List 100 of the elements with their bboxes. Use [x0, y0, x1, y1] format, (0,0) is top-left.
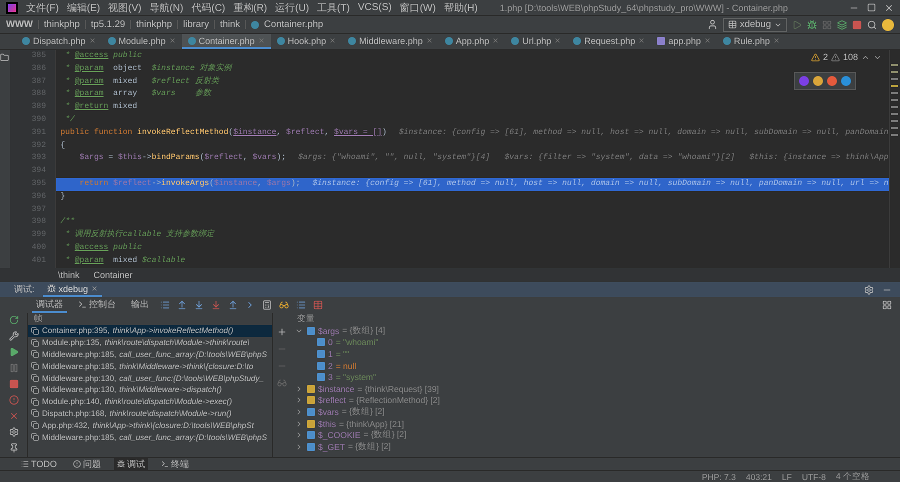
step-into-icon[interactable]	[194, 300, 204, 310]
close-icon[interactable]	[91, 285, 98, 292]
search-icon[interactable]	[867, 20, 877, 30]
resume-icon[interactable]	[8, 347, 18, 357]
tool-window-tab[interactable]: 问题	[70, 458, 104, 470]
layout-icon[interactable]	[882, 300, 892, 310]
menu-item[interactable]: 重构(R)	[233, 0, 268, 14]
close-icon[interactable]	[329, 37, 336, 44]
mute-breakpoints-icon[interactable]	[8, 411, 18, 421]
stop-icon[interactable]	[852, 20, 862, 30]
close-icon[interactable]	[704, 37, 711, 44]
pin-icon[interactable]	[8, 443, 18, 453]
file-tab[interactable]: app.php	[651, 34, 717, 49]
stack-frame[interactable]: Module.php:140, think\route\dispatch\Module->exec()	[28, 396, 272, 408]
menu-item[interactable]: 帮助(H)	[444, 0, 478, 14]
menu-item[interactable]: 编辑(E)	[66, 0, 100, 14]
file-tab[interactable]: Dispatch.php	[16, 34, 102, 49]
expand-icon[interactable]	[295, 396, 303, 404]
wrench-icon[interactable]	[8, 331, 18, 341]
rerun-icon[interactable]	[8, 315, 18, 325]
file-tab[interactable]: Container.php	[182, 34, 271, 49]
breadcrumb-item[interactable]: Container.php	[264, 19, 324, 30]
status-item[interactable]: 403:21	[746, 472, 772, 482]
frames-icon[interactable]	[296, 300, 306, 310]
expand-icon[interactable]	[295, 408, 303, 416]
expand-icon[interactable]	[295, 420, 303, 428]
breadcrumb-item[interactable]: tp5.1.29	[90, 19, 126, 30]
stack-frame[interactable]: Middleware.php:185, think\Middleware->think\{closure:D:\to	[28, 360, 272, 372]
force-step-into-icon[interactable]	[211, 300, 221, 310]
settings-icon[interactable]	[864, 284, 874, 294]
evaluate-icon[interactable]	[262, 300, 272, 310]
step-out-icon[interactable]	[228, 300, 238, 310]
close-icon[interactable]	[426, 37, 433, 44]
file-tab[interactable]: App.php	[438, 34, 506, 49]
add-watch-icon[interactable]	[277, 327, 287, 337]
file-tab[interactable]: Url.php	[505, 34, 568, 49]
close-icon[interactable]	[168, 37, 176, 44]
debugger-tab[interactable]: 控制台	[74, 297, 120, 313]
folder-icon[interactable]	[0, 53, 10, 62]
expand-icon[interactable]	[295, 384, 303, 393]
debug-icon[interactable]	[807, 20, 817, 30]
status-item[interactable]: LF	[782, 472, 792, 482]
stack-frame[interactable]: Module.php:135, think\route\dispatch\Module->think\route\	[28, 336, 272, 349]
close-icon[interactable]	[554, 37, 562, 44]
file-tab[interactable]: Request.php	[567, 34, 652, 49]
breadcrumb-item[interactable]: WWW	[6, 19, 33, 30]
maximize-icon[interactable]	[867, 3, 876, 12]
close-icon[interactable]	[492, 37, 500, 44]
stop-icon[interactable]	[8, 379, 18, 389]
status-item[interactable]: 4 个空格	[836, 470, 870, 482]
stack-frame[interactable]: App.php:432, think\App->think\{closure:D:\tools\WEB\phpSt	[28, 419, 272, 432]
stack-frame[interactable]: Container.php:395, think\App->invokeReflectMethod()	[28, 325, 272, 337]
user-icon[interactable]	[706, 19, 718, 30]
stack-frame[interactable]: Middleware.php:185, call_user_func_array:{D:\tools\WEB\phpS	[28, 348, 272, 360]
breakpoints-icon[interactable]	[8, 395, 18, 405]
layout-icon[interactable]	[313, 300, 323, 310]
stack-frame[interactable]: Dispatch.php:168, think\route\dispatch\Module->run()	[28, 408, 272, 420]
status-item[interactable]: PHP: 7.3	[702, 472, 736, 482]
menu-item[interactable]: 工具(T)	[317, 0, 350, 14]
file-tab[interactable]: Hook.php	[270, 34, 342, 49]
warning-count[interactable]: 2	[822, 52, 828, 62]
breadcrumb-item[interactable]: Container	[94, 270, 133, 280]
breadcrumb-item[interactable]: think	[220, 19, 240, 30]
pause-icon[interactable]	[8, 363, 18, 373]
breadcrumb-item[interactable]: thinkphp	[44, 19, 80, 30]
menu-item[interactable]: 视图(V)	[108, 0, 142, 14]
breadcrumb-item[interactable]: thinkphp	[136, 19, 172, 30]
debugger-tab[interactable]: 调试器	[32, 297, 67, 313]
run-config-dropdown[interactable]: xdebug	[722, 18, 787, 32]
stack-frame[interactable]: Middleware.php:130, call_user_func:{D:\tools\WEB\phpStudy_	[28, 372, 272, 384]
debugger-tab[interactable]: 输出	[127, 297, 153, 313]
close-icon[interactable]	[88, 37, 96, 44]
menu-item[interactable]: 窗口(W)	[400, 0, 436, 14]
run-icon[interactable]	[792, 20, 802, 30]
warning-count[interactable]: 108	[842, 52, 858, 62]
settings-icon[interactable]	[8, 427, 18, 437]
menu-item[interactable]: 导航(N)	[149, 0, 184, 14]
breadcrumb-item[interactable]: \think	[58, 270, 80, 280]
close-icon[interactable]	[884, 2, 894, 12]
menu-item[interactable]: 文件(F)	[26, 0, 59, 14]
avatar[interactable]	[882, 18, 894, 30]
menu-item[interactable]: VCS(S)	[358, 2, 392, 13]
expand-icon[interactable]	[295, 431, 303, 440]
watch-icon[interactable]	[279, 300, 289, 310]
tool-window-tab[interactable]: TODO	[18, 459, 60, 469]
close-icon[interactable]	[772, 37, 780, 44]
tool-window-tab[interactable]: 调试	[114, 458, 148, 470]
close-icon[interactable]	[638, 37, 646, 44]
menu-item[interactable]: 运行(U)	[275, 0, 310, 14]
expand-icon[interactable]	[295, 442, 303, 451]
step-over-icon[interactable]	[177, 300, 187, 310]
stack-frame[interactable]: Middleware.php:185, call_user_func_array:{D:\tools\WEB\phpS	[28, 431, 272, 443]
list-icon[interactable]	[160, 300, 170, 310]
file-tab[interactable]: Middleware.php	[342, 34, 439, 49]
session-tab[interactable]: xdebug	[42, 282, 102, 297]
tool-window-tab[interactable]: 终端	[158, 458, 192, 470]
status-item[interactable]: UTF-8	[802, 472, 826, 482]
menu-item[interactable]: 代码(C)	[191, 0, 226, 14]
file-tab[interactable]: Module.php	[102, 34, 182, 49]
stack-frame[interactable]: Middleware.php:130, think\Middleware->dispatch()	[28, 384, 272, 396]
